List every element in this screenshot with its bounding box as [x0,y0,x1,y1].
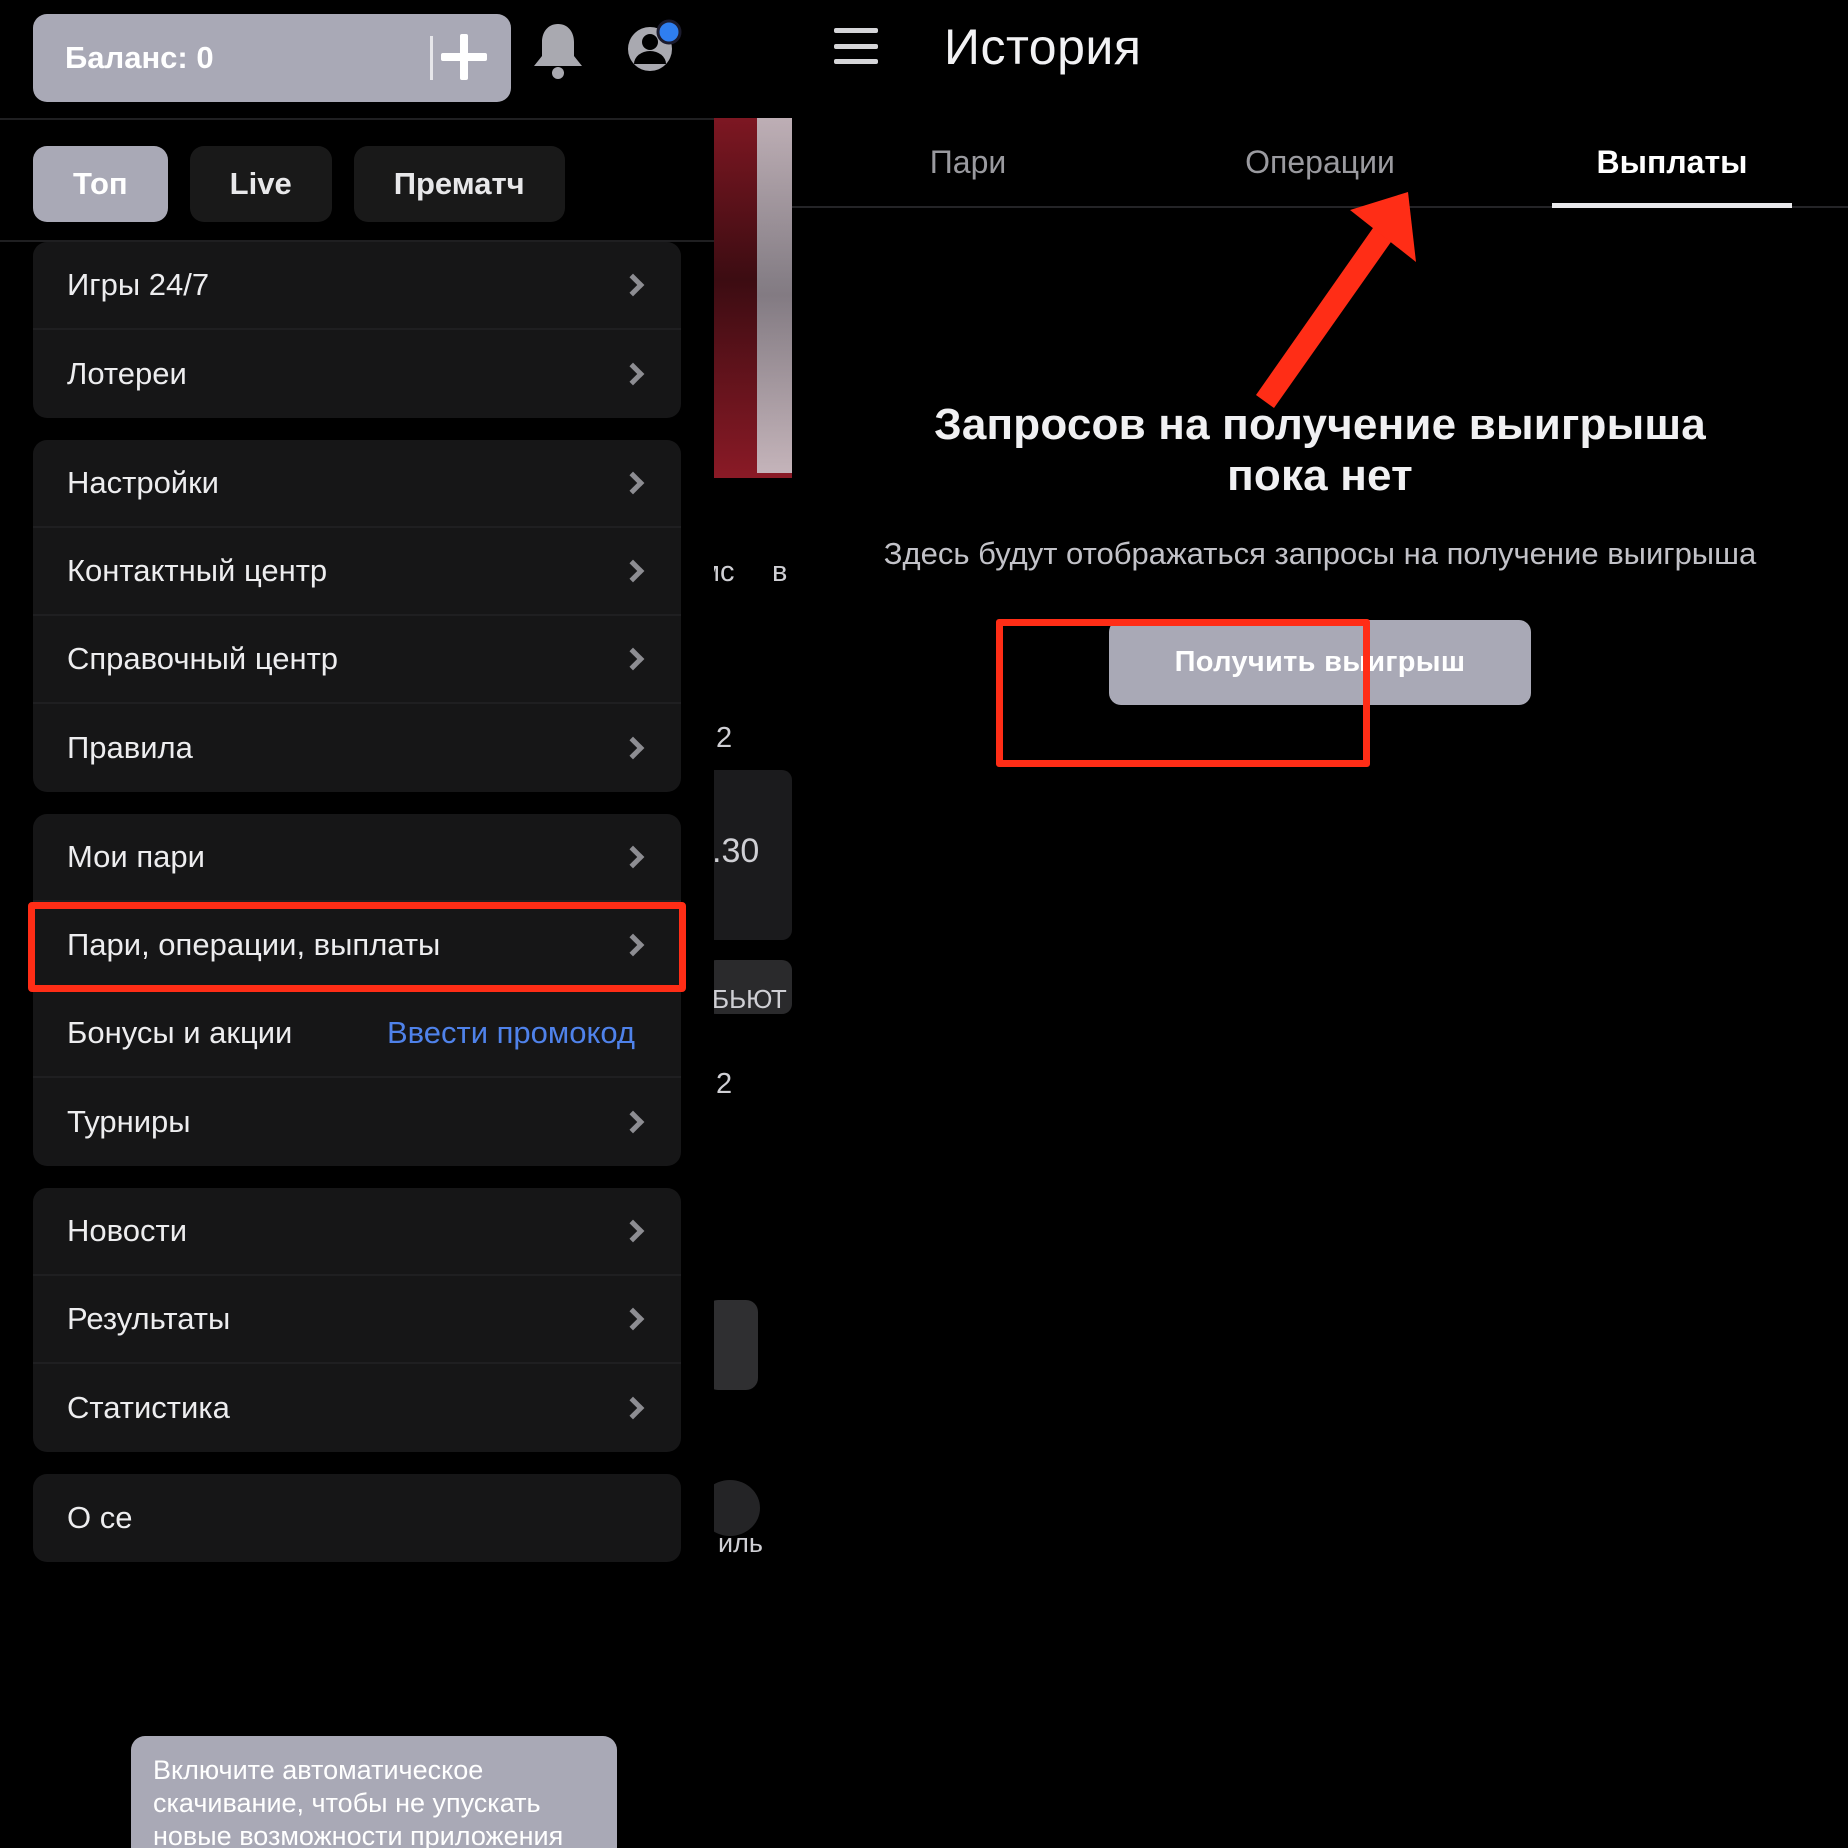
sidebar-item-rules[interactable]: Правила [33,704,681,792]
menu-item-label: Турниры [67,1104,191,1139]
tab-pari[interactable]: Пари [792,118,1144,206]
chevron-right-icon [621,736,645,760]
menu-item-label: Результаты [67,1301,231,1336]
sidebar-item-bets-operations-payouts[interactable]: Пари, операции, выплаты [33,902,681,990]
claim-button-wrap: Получить выигрыш [882,619,1758,705]
segment-prematch[interactable]: Прематч [353,146,565,222]
tab-operations[interactable]: Операции [1144,118,1496,206]
sidebar-item-news[interactable]: Новости [33,1188,681,1276]
sidebar-item-contact-center[interactable]: Контактный центр [33,528,681,616]
segment-live[interactable]: Live [189,146,332,222]
menu-item-label: Мои пари [67,839,205,874]
sidebar-item-help-center[interactable]: Справочный центр [33,616,681,704]
sidebar-item-games-247[interactable]: Игры 24/7 [33,242,681,330]
chevron-right-icon [621,559,645,583]
sidebar-item-lotteries[interactable]: Лотереи [33,330,681,418]
chevron-right-icon [621,1219,645,1243]
chevron-right-icon [621,362,645,386]
background-fragment: 2 [716,1068,733,1100]
empty-state: Запросов на получение выигрыша пока нет … [792,400,1848,705]
menu-item-label: О се [67,1500,133,1535]
history-header: История [792,0,1848,118]
bell-icon[interactable] [528,16,588,82]
sidebar-item-settings[interactable]: Настройки [33,440,681,528]
menu-item-label: Бонусы и акции [67,1015,293,1050]
drawer-header-icons [528,16,714,82]
hamburger-icon[interactable] [834,28,878,64]
menu-item-label: Пари, операции, выплаты [67,927,441,962]
balance-separator [430,36,433,80]
segment-top[interactable]: Топ [33,146,168,222]
autodownload-tooltip: Включите автоматическое скачивание, чтоб… [131,1736,617,1848]
menu-item-label: Справочный центр [67,641,339,676]
background-fragment: 2 [716,722,733,754]
claim-winnings-button[interactable]: Получить выигрыш [1108,619,1532,705]
sidebar-item-statistics[interactable]: Статистика [33,1364,681,1452]
plus-icon[interactable] [441,34,487,80]
menu-item-label: Новости [67,1213,188,1248]
background-fragment: в [772,556,788,588]
background-fragment: иль [718,1528,763,1558]
chevron-right-icon [621,1110,645,1134]
empty-state-subtitle: Здесь будут отображаться запросы на полу… [883,536,1757,572]
chevron-right-icon [621,845,645,869]
app-screen: мс в 2 .30 БЬЮТ 2 иль История Пари Опера… [0,0,1848,1848]
sidebar-item-about[interactable]: О се [33,1474,681,1562]
drawer-segment-control: Топ Live Прематч [0,120,714,246]
menu-item-label: Настройки [67,465,220,500]
navigation-drawer: Баланс: 0 Топ Live Прематч Игры 24/7 Лот… [0,0,714,1848]
sidebar-item-bonuses[interactable]: Бонусы и акции Ввести промокод [33,990,681,1078]
sidebar-item-tournaments[interactable]: Турниры [33,1078,681,1166]
empty-state-title: Запросов на получение выигрыша пока нет [934,400,1706,500]
menu-group-info: Новости Результаты Статистика [33,1188,681,1452]
menu-group-games: Игры 24/7 Лотереи [33,242,681,418]
drawer-topbar: Баланс: 0 [0,0,714,118]
menu-item-label: Правила [67,730,193,765]
history-panel: История Пари Операции Выплаты Запросов н… [792,0,1848,1848]
menu-group-betting: Мои пари Пари, операции, выплаты Бонусы … [33,814,681,1166]
drawer-menu[interactable]: Игры 24/7 Лотереи Настройки Контактный ц… [0,242,714,1848]
background-banner-right [757,118,793,473]
history-tabs: Пари Операции Выплаты [792,118,1848,208]
balance-label: Баланс: 0 [65,40,214,75]
background-fragment: .30 [712,832,760,870]
menu-group-about: О се [33,1474,681,1562]
menu-group-support: Настройки Контактный центр Справочный це… [33,440,681,792]
menu-item-label: Лотереи [67,356,187,391]
enter-promocode-link[interactable]: Ввести промокод [387,1015,635,1051]
page-title: История [944,19,1142,75]
chevron-right-icon [621,933,645,957]
chevron-right-icon [621,471,645,495]
sidebar-item-results[interactable]: Результаты [33,1276,681,1364]
balance-button[interactable]: Баланс: 0 [33,14,511,102]
profile-icon[interactable] [622,16,682,82]
sidebar-item-my-bets[interactable]: Мои пари [33,814,681,902]
chevron-right-icon [621,1396,645,1420]
background-fragment: БЬЮТ [712,984,787,1014]
chevron-right-icon [621,647,645,671]
chevron-right-icon [621,273,645,297]
menu-item-label: Контактный центр [67,553,328,588]
menu-item-label: Игры 24/7 [67,267,210,302]
menu-item-label: Статистика [67,1390,230,1425]
chevron-right-icon [621,1307,645,1331]
tab-payouts[interactable]: Выплаты [1496,118,1848,206]
